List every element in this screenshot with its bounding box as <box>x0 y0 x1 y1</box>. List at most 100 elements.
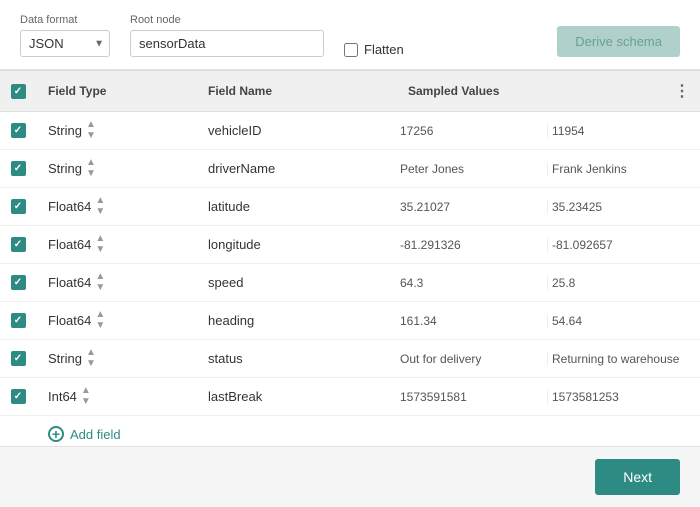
data-format-label: Data format <box>20 14 110 26</box>
row-checkbox-1[interactable] <box>11 161 26 176</box>
table-row: String ▲▼ driverName Peter Jones Frank J… <box>0 150 700 188</box>
sampled-val2-0: 11954 <box>548 124 700 138</box>
field-type-value-2: Float64 <box>48 199 91 214</box>
row-sampled-values-1: Peter Jones Frank Jenkins <box>396 162 700 176</box>
sampled-val1-1: Peter Jones <box>396 162 548 176</box>
row-checkbox-cell <box>0 115 36 146</box>
row-field-name-7[interactable]: lastBreak <box>196 381 396 412</box>
row-field-type-3: Float64 ▲▼ <box>36 226 196 263</box>
root-node-group: Root node <box>130 14 324 57</box>
table-row: Int64 ▲▼ lastBreak 1573591581 1573581253 <box>0 378 700 416</box>
root-node-label: Root node <box>130 14 324 26</box>
sort-arrows-icon-4[interactable]: ▲▼ <box>95 272 105 293</box>
add-field-plus-icon: + <box>48 426 64 442</box>
table-row: Float64 ▲▼ heading 161.34 54.64 <box>0 302 700 340</box>
row-sampled-values-3: -81.291326 -81.092657 <box>396 238 700 252</box>
row-checkbox-6[interactable] <box>11 351 26 366</box>
header-checkbox[interactable] <box>11 84 26 99</box>
table-row: String ▲▼ vehicleID 17256 11954 <box>0 112 700 150</box>
row-sampled-values-6: Out for delivery Returning to warehouse <box>396 352 700 366</box>
sampled-val2-1: Frank Jenkins <box>548 162 700 176</box>
row-checkbox-0[interactable] <box>11 123 26 138</box>
field-name-value-0: vehicleID <box>208 123 261 138</box>
add-field-row[interactable]: + Add field <box>0 416 700 446</box>
sort-arrows-icon-7[interactable]: ▲▼ <box>81 386 91 407</box>
sampled-val1-2: 35.21027 <box>396 200 548 214</box>
sampled-val2-6: Returning to warehouse <box>548 352 700 366</box>
row-field-name-0[interactable]: vehicleID <box>196 115 396 146</box>
row-field-name-3[interactable]: longitude <box>196 229 396 260</box>
derive-schema-button[interactable]: Derive schema <box>557 26 680 57</box>
row-field-type-0: String ▲▼ <box>36 112 196 149</box>
sampled-val2-2: 35.23425 <box>548 200 700 214</box>
row-checkbox-cell <box>0 343 36 374</box>
next-button[interactable]: Next <box>595 459 680 495</box>
sort-arrows-icon-1[interactable]: ▲▼ <box>86 158 96 179</box>
sampled-val2-4: 25.8 <box>548 276 700 290</box>
field-name-value-3: longitude <box>208 237 261 252</box>
field-type-value-7: Int64 <box>48 389 77 404</box>
field-type-value-4: Float64 <box>48 275 91 290</box>
row-sampled-values-0: 17256 11954 <box>396 124 700 138</box>
sampled-val1-0: 17256 <box>396 124 548 138</box>
field-type-value-6: String <box>48 351 82 366</box>
row-checkbox-2[interactable] <box>11 199 26 214</box>
sort-arrows-icon-0[interactable]: ▲▼ <box>86 120 96 141</box>
row-field-name-1[interactable]: driverName <box>196 153 396 184</box>
table-row: Float64 ▲▼ speed 64.3 25.8 <box>0 264 700 302</box>
row-checkbox-3[interactable] <box>11 237 26 252</box>
field-name-value-5: heading <box>208 313 254 328</box>
row-checkbox-5[interactable] <box>11 313 26 328</box>
field-type-value-1: String <box>48 161 82 176</box>
header-checkbox-col <box>0 71 36 111</box>
row-checkbox-cell <box>0 267 36 298</box>
sampled-val1-4: 64.3 <box>396 276 548 290</box>
table-body: String ▲▼ vehicleID 17256 11954 String ▲… <box>0 112 700 416</box>
data-format-select[interactable]: JSON XML CSV Avro <box>20 30 110 57</box>
row-field-type-5: Float64 ▲▼ <box>36 302 196 339</box>
flatten-checkbox[interactable] <box>344 43 358 57</box>
sort-arrows-icon-3[interactable]: ▲▼ <box>95 234 105 255</box>
flatten-label: Flatten <box>364 42 404 57</box>
sort-arrows-icon-2[interactable]: ▲▼ <box>95 196 105 217</box>
footer: Next <box>0 446 700 507</box>
root-node-input[interactable] <box>130 30 324 57</box>
add-field-label: Add field <box>70 427 121 442</box>
sampled-val2-7: 1573581253 <box>548 390 700 404</box>
flatten-group: Flatten <box>344 42 404 57</box>
row-field-type-7: Int64 ▲▼ <box>36 378 196 415</box>
field-type-value-3: Float64 <box>48 237 91 252</box>
sampled-val1-6: Out for delivery <box>396 352 548 366</box>
sort-arrows-icon-6[interactable]: ▲▼ <box>86 348 96 369</box>
table-header-row: Field Type Field Name Sampled Values ⋮ <box>0 70 700 112</box>
sampled-val1-3: -81.291326 <box>396 238 548 252</box>
row-field-name-6[interactable]: status <box>196 343 396 374</box>
row-checkbox-cell <box>0 153 36 184</box>
sampled-val2-3: -81.092657 <box>548 238 700 252</box>
field-name-value-1: driverName <box>208 161 275 176</box>
field-name-value-2: latitude <box>208 199 250 214</box>
field-type-value-0: String <box>48 123 82 138</box>
row-field-type-1: String ▲▼ <box>36 150 196 187</box>
sampled-val2-5: 54.64 <box>548 314 700 328</box>
row-field-type-4: Float64 ▲▼ <box>36 264 196 301</box>
row-sampled-values-5: 161.34 54.64 <box>396 314 700 328</box>
field-name-header: Field Name <box>196 71 396 111</box>
row-field-name-5[interactable]: heading <box>196 305 396 336</box>
row-checkbox-cell <box>0 381 36 412</box>
field-name-value-4: speed <box>208 275 243 290</box>
row-checkbox-cell <box>0 191 36 222</box>
row-field-name-2[interactable]: latitude <box>196 191 396 222</box>
row-checkbox-7[interactable] <box>11 389 26 404</box>
sampled-values-label: Sampled Values <box>408 84 499 98</box>
row-checkbox-4[interactable] <box>11 275 26 290</box>
more-options-icon[interactable]: ⋮ <box>674 81 690 101</box>
row-sampled-values-2: 35.21027 35.23425 <box>396 200 700 214</box>
sort-arrows-icon-5[interactable]: ▲▼ <box>95 310 105 331</box>
sampled-values-header: Sampled Values ⋮ <box>396 71 700 111</box>
row-field-name-4[interactable]: speed <box>196 267 396 298</box>
row-checkbox-cell <box>0 305 36 336</box>
field-name-value-7: lastBreak <box>208 389 262 404</box>
schema-table: Field Type Field Name Sampled Values ⋮ S… <box>0 70 700 446</box>
sampled-val1-5: 161.34 <box>396 314 548 328</box>
